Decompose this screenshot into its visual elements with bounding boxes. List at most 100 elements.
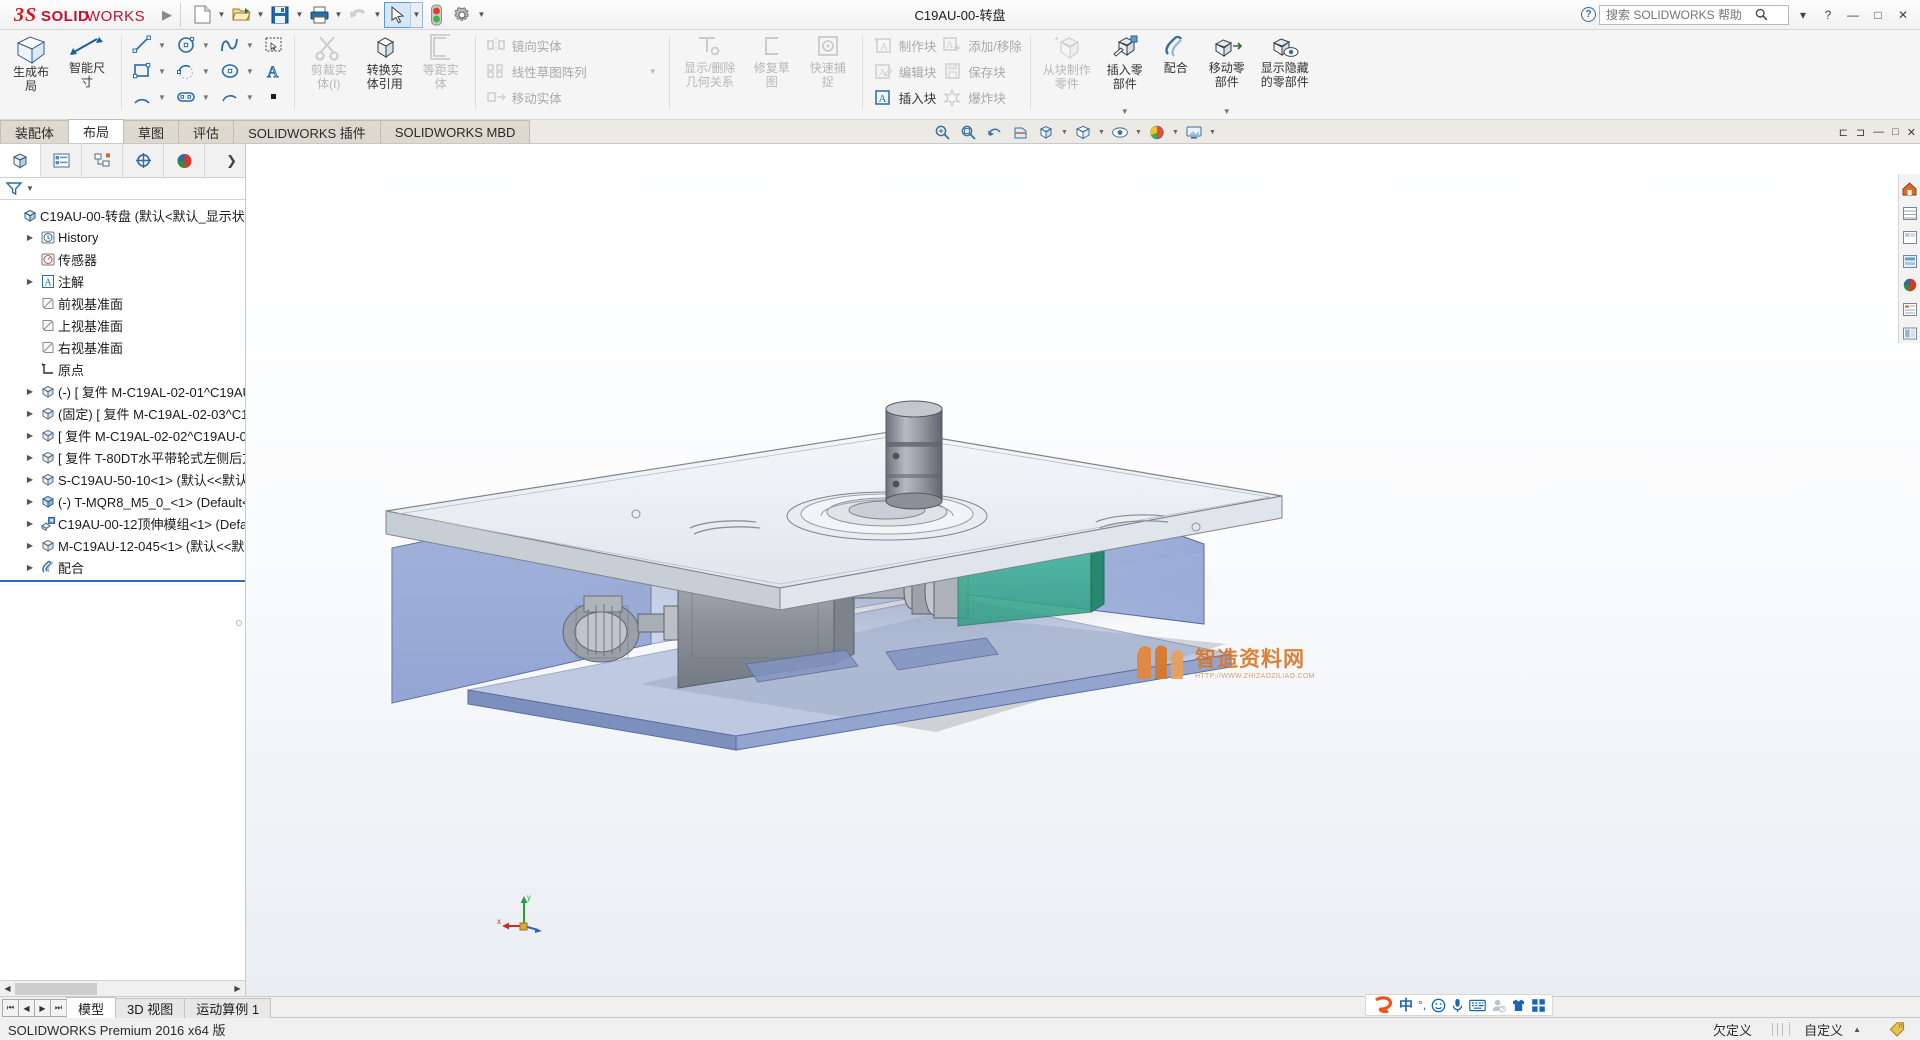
tab-motion-study[interactable]: 运动算例 1 xyxy=(184,998,271,1018)
list-item[interactable]: ▶ [ 复件 T-80DT水平带轮式左侧后方ZI xyxy=(0,446,245,468)
tree-node-root[interactable]: C19AU-00-转盘 (默认<默认_显示状态-1 xyxy=(0,204,245,226)
status-custom-caret[interactable]: ▲ xyxy=(1843,1025,1861,1034)
mirror-entities-item[interactable]: 镜向实体 xyxy=(482,32,663,58)
ime-language-label[interactable]: 中 xyxy=(1399,995,1413,1015)
open-document-caret[interactable]: ▼ xyxy=(254,2,267,28)
rectangle-caret[interactable]: ▼ xyxy=(154,67,170,76)
make-part-from-block-button[interactable]: 从块制作零件 xyxy=(1037,32,1097,117)
ime-keyboard-icon[interactable] xyxy=(1469,999,1486,1012)
tree-node-annotations[interactable]: ▶ A 注解 xyxy=(0,270,245,292)
tree-node-front-plane[interactable]: 前视基准面 xyxy=(0,292,245,314)
list-item[interactable]: ▶ (-) T-MQR8_M5_0_<1> (Default<显 xyxy=(0,490,245,512)
select-tool-caret[interactable]: ▼ xyxy=(410,2,423,28)
list-item[interactable]: ▶ [ 复件 M-C19AL-02-02^C19AU-00- xyxy=(0,424,245,446)
repair-sketch-button[interactable]: 修复草图 xyxy=(744,32,800,117)
expand-toggle[interactable]: ▶ xyxy=(22,431,38,440)
hide-show-items-icon[interactable] xyxy=(1108,121,1132,143)
undo-caret[interactable]: ▼ xyxy=(371,2,384,28)
scroll-thumb[interactable] xyxy=(15,983,97,995)
smart-dimension-button[interactable]: 智能尺寸 xyxy=(59,32,115,117)
arc-tool[interactable]: ▼ xyxy=(128,84,172,110)
view-palette-icon[interactable] xyxy=(1900,227,1920,247)
prev-tab-button[interactable]: ◀ xyxy=(18,999,35,1017)
list-item[interactable]: ▶ (-) [ 复件 M-C19AL-02-01^C19AU- xyxy=(0,380,245,402)
help-menu-question[interactable]: ? xyxy=(1817,3,1839,27)
quick-access-expand-arrow[interactable]: ▶ xyxy=(156,1,178,29)
custom-properties-icon[interactable] xyxy=(1900,299,1920,319)
tab-solidworks-mbd[interactable]: SOLIDWORKS MBD xyxy=(380,120,531,143)
spline-caret[interactable]: ▼ xyxy=(242,41,258,50)
spline-tool[interactable]: ▼ xyxy=(216,32,260,58)
appearance-list-icon[interactable] xyxy=(1900,203,1920,223)
convert-entities-button[interactable]: 转换实体引用 xyxy=(357,32,413,117)
line-caret[interactable]: ▼ xyxy=(154,41,170,50)
maximize-button[interactable]: □ xyxy=(1867,3,1889,27)
previous-view-icon[interactable] xyxy=(982,121,1006,143)
move-entities-item[interactable]: 移动实体 xyxy=(482,84,663,110)
last-tab-button[interactable]: ⏭ xyxy=(50,999,67,1017)
explode-block-item[interactable]: 爆炸块 xyxy=(938,84,1023,110)
insert-components-caret[interactable]: ▼ xyxy=(1121,107,1129,117)
edit-appearance-icon[interactable] xyxy=(1145,121,1169,143)
list-item[interactable]: ▶ S-C19AU-50-10<1> (默认<<默认> xyxy=(0,468,245,490)
expand-toggle[interactable]: ▶ xyxy=(22,277,38,286)
design-library-icon[interactable] xyxy=(1900,323,1920,343)
circle-tool[interactable]: ▼ xyxy=(172,32,216,58)
hide-show-items-caret[interactable]: ▼ xyxy=(1134,129,1143,136)
tree-node-right-plane[interactable]: 右视基准面 xyxy=(0,336,245,358)
tree-node-origin[interactable]: 原点 xyxy=(0,358,245,380)
feature-tree-filter[interactable]: ▼ xyxy=(0,178,245,200)
restore-doc-right-icon[interactable]: ⊐ xyxy=(1856,126,1865,139)
expand-toggle[interactable]: ▶ xyxy=(22,563,38,572)
scroll-track[interactable] xyxy=(15,982,230,996)
undo-button[interactable] xyxy=(345,2,371,28)
insert-block-item[interactable]: A 插入块 xyxy=(869,84,939,110)
tree-node-sensors[interactable]: 传感器 xyxy=(0,248,245,270)
tab-evaluate[interactable]: 评估 xyxy=(178,120,234,143)
list-item[interactable]: ▶ M-C19AU-12-045<1> (默认<<默认 xyxy=(0,534,245,556)
select-region-tool[interactable] xyxy=(260,32,288,58)
rectangle-tool[interactable]: ▼ xyxy=(128,58,172,84)
zoom-to-area-icon[interactable] xyxy=(956,121,980,143)
next-tab-button[interactable]: ▶ xyxy=(34,999,51,1017)
tree-node-history[interactable]: ▶ History xyxy=(0,226,245,248)
minimize-button[interactable]: — xyxy=(1842,3,1864,27)
list-item[interactable]: ▶ C19AU-00-12顶伸模组<1> (Defaul xyxy=(0,512,245,534)
doc-maximize-button[interactable]: □ xyxy=(1892,126,1899,138)
offset-entities-button[interactable]: 等距实体 xyxy=(413,32,469,117)
configuration-manager-tab[interactable] xyxy=(82,144,123,177)
select-tool-button[interactable] xyxy=(384,2,410,28)
show-hidden-components-button[interactable]: 显示隐藏的零部件 xyxy=(1255,32,1315,117)
list-item[interactable]: ▶ (固定) [ 复件 M-C19AL-02-03^C19A xyxy=(0,402,245,424)
tab-model[interactable]: 模型 xyxy=(66,997,116,1018)
arc-caret[interactable]: ▼ xyxy=(154,93,170,102)
sketch-text-tool[interactable]: A xyxy=(260,58,288,84)
ime-skin-icon[interactable] xyxy=(1511,998,1526,1013)
expand-toggle[interactable]: ▶ xyxy=(22,541,38,550)
ime-emoji-icon[interactable] xyxy=(1431,998,1446,1013)
arc3p-caret[interactable]: ▼ xyxy=(242,93,258,102)
view-orientation-caret[interactable]: ▼ xyxy=(1060,129,1069,136)
options-gear-button[interactable] xyxy=(449,2,475,28)
view-home-icon[interactable] xyxy=(1900,179,1920,199)
close-button[interactable]: ✕ xyxy=(1892,3,1914,27)
linear-sketch-pattern-caret[interactable]: ▼ xyxy=(645,67,661,76)
appearances-icon[interactable] xyxy=(1900,275,1920,295)
help-search-input[interactable] xyxy=(1604,7,1750,23)
new-document-button[interactable] xyxy=(189,2,215,28)
tab-solidworks-addins[interactable]: SOLIDWORKS 插件 xyxy=(233,120,381,143)
doc-minimize-button[interactable]: — xyxy=(1873,126,1884,138)
graphics-viewport[interactable]: 智造资料网 HTTP://WWW.ZHIZAOZILIAO.COM y x xyxy=(246,144,1920,996)
expand-toggle[interactable]: ▶ xyxy=(22,519,38,528)
doc-close-button[interactable]: ✕ xyxy=(1907,126,1916,139)
expand-toggle[interactable]: ▶ xyxy=(22,497,38,506)
point-tool[interactable] xyxy=(260,84,288,110)
expand-toggle[interactable]: ▶ xyxy=(22,475,38,484)
edit-appearance-caret[interactable]: ▼ xyxy=(1171,129,1180,136)
ime-voice-icon[interactable] xyxy=(1451,998,1464,1013)
save-block-item[interactable]: 保存块 xyxy=(938,58,1023,84)
line-tool[interactable]: ▼ xyxy=(128,32,172,58)
display-style-caret[interactable]: ▼ xyxy=(1097,129,1106,136)
expand-toggle[interactable]: ▶ xyxy=(22,453,38,462)
help-question-icon[interactable]: ? xyxy=(1581,7,1596,22)
